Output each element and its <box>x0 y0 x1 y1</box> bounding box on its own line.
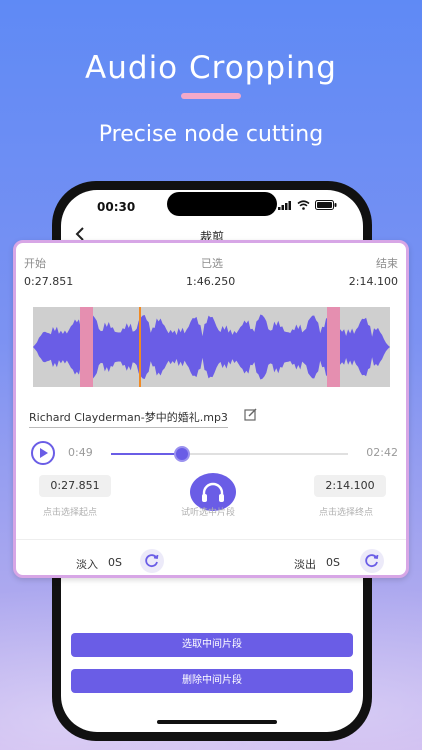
end-label: 结束 <box>376 257 398 270</box>
progress-fill <box>111 453 183 455</box>
fade-in-label: 淡入 <box>76 558 98 571</box>
start-point-value[interactable]: 0:27.851 <box>39 475 111 497</box>
waveform[interactable] <box>33 307 390 387</box>
start-label: 开始 <box>24 257 46 270</box>
play-button[interactable] <box>31 441 55 465</box>
end-point-value[interactable]: 2:14.100 <box>314 475 386 497</box>
select-middle-button[interactable]: 选取中间片段 <box>71 633 353 657</box>
listen-selection-label: 试听选中片段 <box>181 508 236 518</box>
dynamic-island <box>167 192 277 216</box>
fade-out-label: 淡出 <box>294 558 316 571</box>
end-point-hint: 点击选择终点 <box>319 508 374 518</box>
divider <box>16 539 406 540</box>
headline-underline <box>181 93 241 99</box>
total-time: 02:42 <box>366 446 398 459</box>
delete-middle-button[interactable]: 删除中间片段 <box>71 669 353 693</box>
playhead[interactable] <box>139 307 141 387</box>
crop-editor-card: 开始 已选 结束 0:27.851 1:46.250 2:14.100 Rich… <box>13 240 409 578</box>
start-time: 0:27.851 <box>24 275 74 288</box>
wifi-icon <box>297 200 310 210</box>
current-time: 0:49 <box>68 446 93 459</box>
fade-in-reset-button[interactable] <box>140 549 164 573</box>
start-handle[interactable] <box>80 307 93 387</box>
fade-out-value[interactable]: 0S <box>326 556 340 569</box>
fade-out-reset-button[interactable] <box>360 549 384 573</box>
promo-subheadline: Precise node cutting <box>98 122 324 147</box>
end-handle[interactable] <box>327 307 340 387</box>
progress-knob[interactable] <box>174 446 191 462</box>
status-time: 00:30 <box>97 200 136 214</box>
signal-icon <box>278 200 291 210</box>
home-indicator <box>157 720 277 724</box>
file-name: Richard Clayderman-梦中的婚礼.mp3 <box>29 409 228 428</box>
play-icon <box>40 448 48 458</box>
start-point-hint: 点击选择起点 <box>43 508 98 518</box>
selected-time: 1:46.250 <box>186 275 236 288</box>
waveform-panel[interactable] <box>33 307 390 387</box>
selected-label: 已选 <box>201 257 223 270</box>
progress-slider[interactable] <box>111 446 348 462</box>
edit-icon[interactable] <box>244 408 258 422</box>
fade-in-value[interactable]: 0S <box>108 556 122 569</box>
refresh-icon <box>145 554 159 568</box>
battery-icon <box>315 200 337 210</box>
end-time: 2:14.100 <box>348 275 398 288</box>
promo-headline: Audio Cropping <box>85 50 337 86</box>
status-icons <box>278 200 337 210</box>
refresh-icon <box>365 554 379 568</box>
